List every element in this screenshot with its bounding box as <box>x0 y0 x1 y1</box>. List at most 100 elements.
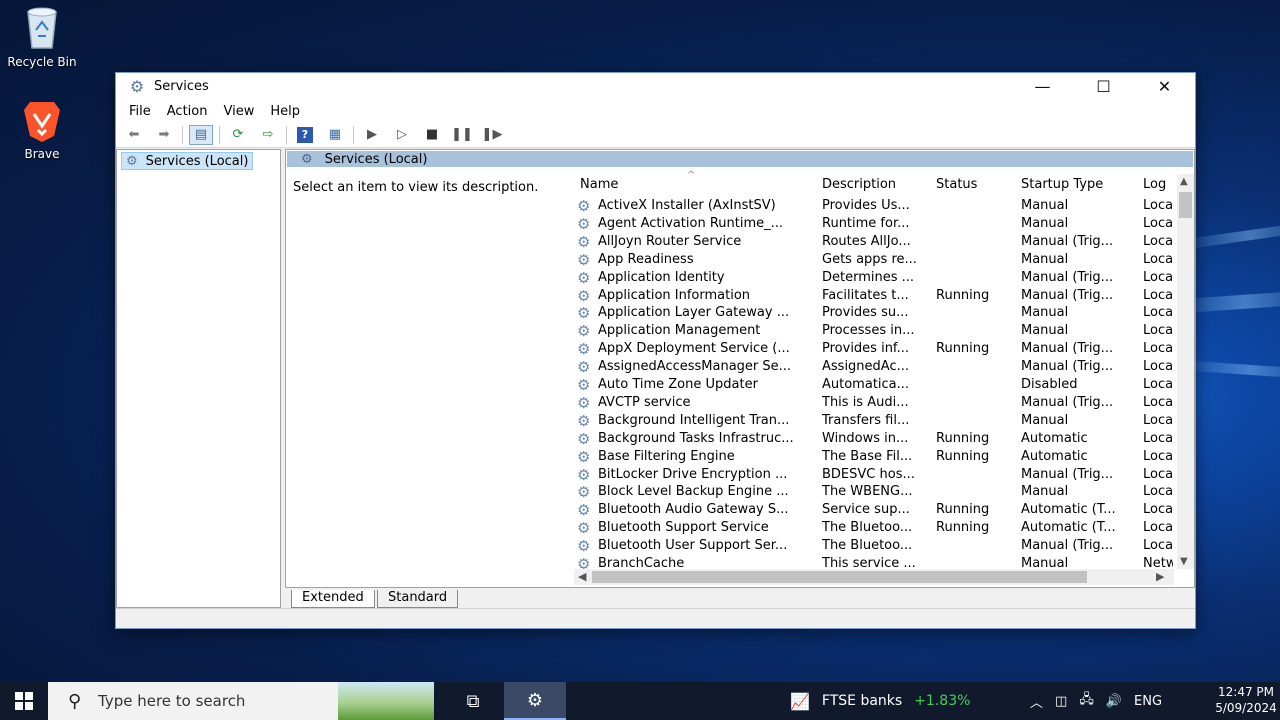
cell-name: Application Information <box>598 287 751 303</box>
taskbar-services-app[interactable]: ⚙ <box>504 682 566 720</box>
help-button[interactable]: ? <box>293 125 317 145</box>
service-gear-icon: ⚙ <box>577 305 591 323</box>
scroll-left-icon[interactable]: ◀ <box>578 570 586 583</box>
cell-desc: Processes in... <box>822 323 915 339</box>
cell-startup: Manual <box>1021 412 1069 428</box>
table-row[interactable]: ⚙ AllJoyn Router Service Routes AllJo... Ma… <box>574 233 1174 251</box>
table-row[interactable]: ⚙ Block Level Backup Engine ... The WBENG.… <box>574 483 1174 501</box>
tab-extended[interactable]: Extended <box>291 590 375 608</box>
taskbar-search-box[interactable]: ⚲ Type here to search <box>48 682 434 720</box>
toolbar-separator <box>353 125 354 144</box>
column-header-status[interactable]: Status <box>936 177 977 192</box>
table-row[interactable]: ⚙ Application Identity Determines ... Manua… <box>574 269 1174 287</box>
close-button[interactable]: ✕ <box>1134 73 1195 100</box>
pane-header-title: Services (Local) <box>324 151 428 167</box>
service-gear-icon: ⚙ <box>577 287 591 305</box>
scroll-down-icon[interactable]: ▼ <box>1180 556 1188 567</box>
vertical-scroll-thumb[interactable] <box>1179 192 1192 218</box>
cell-log: Loca <box>1143 323 1173 339</box>
menu-file[interactable]: File <box>121 104 159 119</box>
menu-action[interactable]: Action <box>159 104 216 119</box>
table-row[interactable]: ⚙ Agent Activation Runtime_... Runtime for… <box>574 215 1174 233</box>
menu-help[interactable]: Help <box>262 104 308 119</box>
table-row[interactable]: ⚙ Bluetooth Support Service The Bluetoo...… <box>574 519 1174 537</box>
column-header-name[interactable]: Name <box>580 177 618 192</box>
console-tree: ⚙ Services (Local) <box>116 149 281 608</box>
show-hidden-icons-icon[interactable]: ︿ <box>1030 692 1043 711</box>
cell-name: Bluetooth Audio Gateway S... <box>598 502 789 518</box>
network-icon[interactable]: 🖧 <box>1079 690 1094 712</box>
minimize-icon: — <box>1034 77 1051 96</box>
cell-status: Running <box>936 287 990 303</box>
taskbar: ⚲ Type here to search ⧉ ⚙ 📈 FTSE banks +… <box>0 682 1280 720</box>
meet-now-icon[interactable]: ◫ <box>1055 694 1067 709</box>
table-row[interactable]: ⚙ Background Intelligent Tran... Transfers… <box>574 412 1174 430</box>
cell-log: Loca <box>1143 215 1173 231</box>
maximize-button[interactable]: ☐ <box>1073 73 1134 100</box>
stop-service-button[interactable]: ■ <box>420 125 444 145</box>
forward-button[interactable]: ➡ <box>152 125 176 145</box>
cell-status: Running <box>936 502 990 518</box>
column-header-log-on-as[interactable]: Log <box>1143 177 1166 192</box>
export-list-button[interactable]: ⇨ <box>256 125 280 145</box>
minimize-button[interactable]: — <box>1012 73 1073 100</box>
table-row[interactable]: ⚙ BitLocker Drive Encryption ... BDESVC ho… <box>574 466 1174 484</box>
horizontal-scroll-thumb[interactable] <box>592 571 1087 583</box>
volume-icon[interactable]: 🔊 <box>1106 694 1122 709</box>
table-row[interactable]: ⚙ AssignedAccessManager Se... AssignedAc..… <box>574 358 1174 376</box>
refresh-button[interactable]: ⟳ <box>226 125 250 145</box>
cell-desc: BDESVC hos... <box>822 466 915 482</box>
table-row[interactable]: ⚙ Background Tasks Infrastruc... Windows i… <box>574 430 1174 448</box>
cell-name: Background Tasks Infrastruc... <box>598 430 794 446</box>
clock-date: 5/09/2024 <box>1215 701 1277 715</box>
table-row[interactable]: ⚙ Auto Time Zone Updater Automatica... Disa… <box>574 376 1174 394</box>
table-row[interactable]: ⚙ Application Layer Gateway ... Provides s… <box>574 304 1174 322</box>
show-hide-console-tree-button[interactable]: ▤ <box>189 124 213 145</box>
title-bar[interactable]: ⚙ Services — ☐ ✕ <box>116 73 1195 100</box>
table-row[interactable]: ⚙ Bluetooth User Support Ser... The Blueto… <box>574 537 1174 555</box>
start-service-alt-button[interactable]: ▷ <box>390 125 414 145</box>
cell-startup: Automatic (T... <box>1021 520 1116 536</box>
pause-service-button[interactable]: ❚❚ <box>450 125 474 145</box>
table-row[interactable]: ⚙ Application Information Facilitates t...… <box>574 287 1174 305</box>
stock-ticker-widget[interactable]: 📈 FTSE banks +1.83% <box>790 682 970 720</box>
table-row[interactable]: ⚙ AVCTP service This is Audi... Manual (Tri… <box>574 394 1174 412</box>
tree-item-services-local[interactable]: ⚙ Services (Local) <box>121 152 254 170</box>
desktop-icon-recycle-bin[interactable]: Recycle Bin <box>0 4 87 69</box>
tab-standard[interactable]: Standard <box>377 590 459 608</box>
start-service-button[interactable]: ▶ <box>360 125 384 145</box>
table-row[interactable]: ⚙ App Readiness Gets apps re... Manual Loca <box>574 251 1174 269</box>
close-icon: ✕ <box>1157 77 1172 96</box>
stock-chart-icon: 📈 <box>790 691 810 711</box>
scroll-up-icon[interactable]: ▲ <box>1180 176 1188 187</box>
back-button[interactable]: ⬅ <box>122 125 146 145</box>
service-gear-icon: ⚙ <box>577 269 591 287</box>
service-gear-icon: ⚙ <box>577 394 591 412</box>
task-view-button[interactable]: ⧉ <box>442 682 504 720</box>
start-button[interactable] <box>0 682 48 720</box>
table-row[interactable]: ⚙ Bluetooth Audio Gateway S... Service sup… <box>574 501 1174 519</box>
toolbar-separator <box>182 125 183 144</box>
cell-name: AppX Deployment Service (... <box>598 341 790 357</box>
column-header-startup-type[interactable]: Startup Type <box>1021 177 1103 192</box>
cell-log: Loca <box>1143 233 1173 249</box>
properties-button[interactable]: ▦ <box>323 125 347 145</box>
table-row[interactable]: ⚙ Base Filtering Engine The Base Fil... Run… <box>574 448 1174 466</box>
table-row[interactable]: ⚙ AppX Deployment Service (... Provides in… <box>574 340 1174 358</box>
scroll-right-icon[interactable]: ▶ <box>1156 570 1164 583</box>
service-gear-icon: ⚙ <box>577 215 591 233</box>
table-row[interactable]: ⚙ ActiveX Installer (AxInstSV) Provides Us… <box>574 197 1174 215</box>
menu-view[interactable]: View <box>215 104 262 119</box>
sort-ascending-icon: ^ <box>687 170 696 181</box>
services-gear-icon: ⚙ <box>126 153 138 169</box>
vertical-scrollbar[interactable]: ▲ ▼ <box>1177 174 1194 569</box>
input-language[interactable]: ENG <box>1134 694 1162 709</box>
restart-service-button[interactable]: ❚▶ <box>480 125 504 145</box>
column-header-description[interactable]: Description <box>822 177 896 192</box>
taskbar-clock[interactable]: 12:47 PM 5/09/2024 <box>1212 684 1280 716</box>
cell-log: Loca <box>1143 251 1173 267</box>
pause-icon: ❚❚ <box>451 127 473 142</box>
desktop-icon-brave[interactable]: Brave <box>0 96 87 161</box>
table-row[interactable]: ⚙ Application Management Processes in... Ma… <box>574 322 1174 340</box>
horizontal-scrollbar[interactable]: ◀ ▶ <box>574 569 1174 585</box>
